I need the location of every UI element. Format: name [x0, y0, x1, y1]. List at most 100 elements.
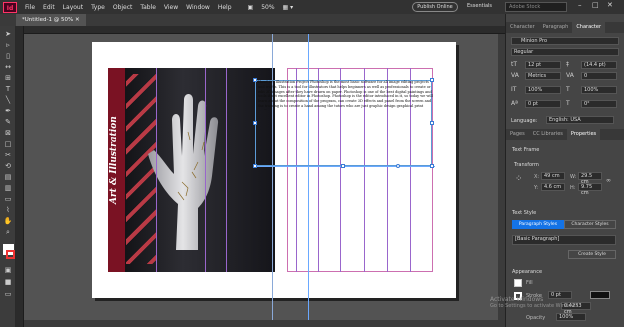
vertical-scrollbar[interactable] — [498, 34, 505, 320]
paragraph-styles-button[interactable]: Paragraph Styles — [512, 220, 564, 229]
tracking-field[interactable]: 0 — [581, 72, 617, 80]
menu-file[interactable]: File — [21, 4, 39, 11]
vertical-scale-field[interactable]: 100% — [525, 86, 561, 94]
out-port-icon[interactable] — [396, 164, 400, 168]
fill-swatch[interactable] — [514, 279, 522, 287]
leading-field[interactable]: (14.4 pt) — [581, 61, 617, 69]
tab-properties[interactable]: Properties — [566, 129, 601, 140]
gradient-feather-tool-icon[interactable]: ▥ — [3, 184, 13, 193]
zoom-tool-icon[interactable]: ⌕ — [3, 228, 13, 237]
w-label: W: — [570, 174, 577, 180]
character-styles-button[interactable]: Character Styles — [564, 220, 616, 229]
menu-help[interactable]: Help — [214, 4, 236, 11]
type-tool-icon[interactable]: T — [3, 85, 13, 94]
y-field[interactable]: 4.6 cm — [541, 183, 565, 191]
tab-character-a[interactable]: Character — [506, 22, 539, 33]
bridge-icon[interactable]: ▣ — [244, 4, 258, 11]
opacity-field[interactable]: 100% — [556, 313, 586, 321]
scissors-tool-icon[interactable]: ✂ — [3, 151, 13, 160]
kerning-icon: VA — [511, 72, 519, 79]
maximize-icon[interactable]: □ — [592, 1, 599, 9]
vertical-ruler[interactable] — [16, 26, 24, 327]
body-text[interactable]: Hand Art Illustration Project Photoshop … — [258, 80, 434, 110]
skew-field[interactable]: 0° — [581, 100, 617, 108]
screen-mode-icon[interactable]: ▭ — [3, 290, 13, 299]
ruler-guide[interactable] — [308, 34, 309, 320]
language-label: Language: — [511, 118, 538, 124]
tab-cc-libraries[interactable]: CC Libraries — [529, 129, 567, 140]
frame-handle[interactable] — [430, 164, 434, 168]
frame-handle[interactable] — [430, 78, 434, 82]
document-tab[interactable]: *Untitled-1 @ 50% ✕ — [16, 14, 86, 26]
menu-window[interactable]: Window — [182, 4, 214, 11]
baseline-shift-field[interactable]: 0 pt — [525, 100, 561, 108]
horizontal-scale-field[interactable]: 100% — [581, 86, 617, 94]
leading-icon: ‡ — [566, 61, 569, 68]
gap-tool-icon[interactable]: ↔ — [3, 63, 13, 72]
menu-edit[interactable]: Edit — [39, 4, 59, 11]
eyedropper-tool-icon[interactable]: ⌇ — [3, 206, 13, 215]
width-field[interactable]: 29.5 cm — [578, 172, 602, 185]
kerning-field[interactable]: Metrics — [525, 72, 561, 80]
font-size-field[interactable]: 12 pt — [525, 61, 561, 69]
frame-handle[interactable] — [253, 121, 257, 125]
stroke-type-swatch[interactable] — [590, 291, 610, 299]
spine-guide[interactable] — [272, 34, 273, 320]
menu-object[interactable]: Object — [109, 4, 137, 11]
column-guide — [226, 68, 227, 272]
gradient-tool-icon[interactable]: ▤ — [3, 173, 13, 182]
line-tool-icon[interactable]: ╲ — [3, 96, 13, 105]
horizontal-scrollbar[interactable] — [24, 320, 505, 327]
character-tabs: Character Paragraph Character — [506, 22, 624, 33]
watermark-subtitle: Go to Settings to activate Windows. — [490, 303, 580, 309]
frame-handle[interactable] — [430, 121, 434, 125]
h-label: H: — [570, 185, 576, 191]
height-field[interactable]: 9.75 cm — [578, 183, 602, 196]
page-tool-icon[interactable]: ▯ — [3, 52, 13, 61]
view-options-icon[interactable]: ▦ ▾ — [279, 4, 298, 11]
horizontal-ruler[interactable] — [16, 26, 505, 34]
x-field[interactable]: 49 cm — [541, 172, 565, 180]
reference-point-icon[interactable]: ⁘ — [515, 174, 523, 184]
content-collector-icon[interactable]: ⊞ — [3, 74, 13, 83]
create-style-button[interactable]: Create Style — [568, 250, 616, 259]
document-tab-bar: *Untitled-1 @ 50% ✕ — [0, 14, 505, 26]
search-input[interactable]: Adobe Stock — [505, 2, 567, 12]
pencil-tool-icon[interactable]: ✎ — [3, 118, 13, 127]
rectangle-frame-tool-icon[interactable]: ⊠ — [3, 129, 13, 138]
frame-handle[interactable] — [341, 164, 345, 168]
language-select[interactable]: English: USA — [546, 116, 614, 124]
rectangle-tool-icon[interactable]: □ — [3, 140, 13, 149]
activation-watermark: Activate Windows Go to Settings to activ… — [490, 296, 580, 310]
frame-handle[interactable] — [253, 164, 257, 168]
zoom-level[interactable]: 50% — [257, 4, 278, 11]
note-tool-icon[interactable]: ▭ — [3, 195, 13, 204]
hand-tool-icon[interactable]: ✋ — [3, 217, 13, 226]
pen-tool-icon[interactable]: ✒ — [3, 107, 13, 116]
close-icon[interactable]: ✕ — [607, 1, 613, 9]
menu-type[interactable]: Type — [87, 4, 109, 11]
font-style-select[interactable]: Regular — [511, 48, 619, 56]
menu-layout[interactable]: Layout — [59, 4, 87, 11]
workspace-switcher[interactable]: Essentials — [467, 3, 492, 9]
appearance-heading: Appearance — [512, 269, 543, 275]
free-transform-tool-icon[interactable]: ⟲ — [3, 162, 13, 171]
minimize-icon[interactable]: – — [578, 1, 582, 9]
x-label: X: — [534, 174, 540, 180]
tab-paragraph[interactable]: Paragraph — [539, 22, 573, 33]
menu-table[interactable]: Table — [136, 4, 160, 11]
tab-pages[interactable]: Pages — [506, 129, 529, 140]
constrain-proportions-icon[interactable]: ∞ — [606, 177, 611, 184]
selection-tool-icon[interactable]: ➤ — [3, 30, 13, 39]
apply-color-icon[interactable]: ■ — [3, 278, 13, 287]
direct-selection-tool-icon[interactable]: ▹ — [3, 41, 13, 50]
tab-character[interactable]: Character — [572, 22, 605, 33]
font-family-select[interactable]: Minion Pro — [511, 37, 619, 45]
publish-online-button[interactable]: Publish Online — [412, 2, 458, 12]
paragraph-style-select[interactable]: [Basic Paragraph] — [512, 235, 616, 245]
stroke-swatch-icon[interactable] — [6, 250, 15, 259]
formatting-container-icon[interactable]: ▣ — [3, 266, 13, 275]
menu-view[interactable]: View — [160, 4, 182, 11]
frame-handle[interactable] — [253, 78, 257, 82]
close-tab-icon[interactable]: ✕ — [75, 17, 80, 23]
